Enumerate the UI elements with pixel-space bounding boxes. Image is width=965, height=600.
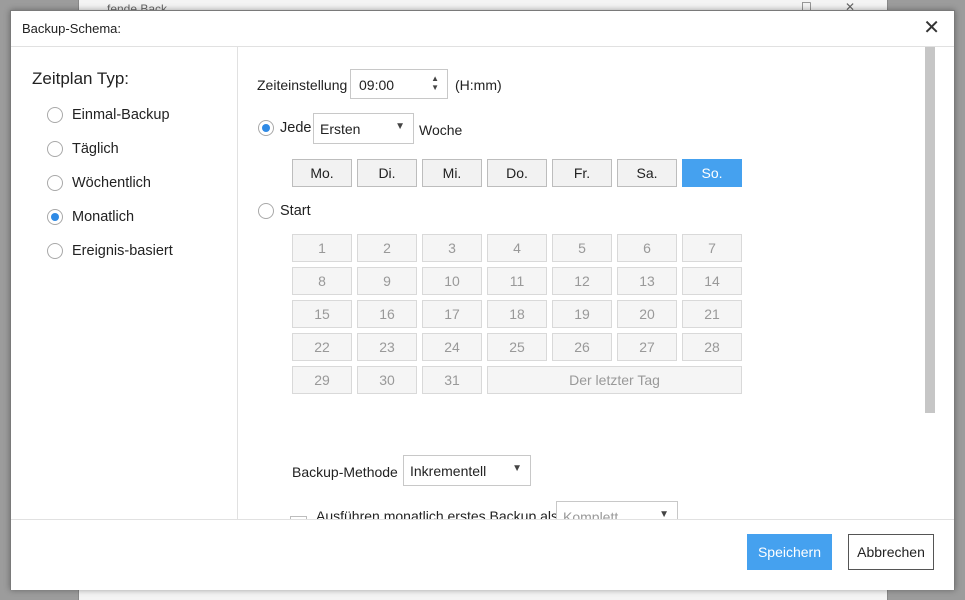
weekday-button-sa[interactable]: Sa. xyxy=(617,159,677,187)
last-day-cell[interactable]: Der letzter Tag xyxy=(487,366,742,394)
schedule-type-pane: Zeitplan Typ: Einmal-Backup Täglich Wöch… xyxy=(11,47,238,519)
day-cell[interactable]: 15 xyxy=(292,300,352,328)
day-cell[interactable]: 17 xyxy=(422,300,482,328)
backup-method-dropdown[interactable]: Inkrementell ▼ xyxy=(403,455,531,486)
day-cell[interactable]: 16 xyxy=(357,300,417,328)
day-cell[interactable]: 14 xyxy=(682,267,742,295)
day-cell[interactable]: 9 xyxy=(357,267,417,295)
scrollbar-thumb[interactable] xyxy=(925,47,935,413)
day-cell[interactable]: 26 xyxy=(552,333,612,361)
schedule-option-once[interactable]: Einmal-Backup xyxy=(47,107,170,123)
schedule-type-heading: Zeitplan Typ: xyxy=(32,69,130,88)
radio-icon[interactable] xyxy=(47,107,63,123)
chevron-down-icon: ▼ xyxy=(659,509,669,519)
day-cell[interactable]: 18 xyxy=(487,300,547,328)
day-cell[interactable]: 31 xyxy=(422,366,482,394)
radio-icon[interactable] xyxy=(47,243,63,259)
radio-icon[interactable] xyxy=(258,203,274,219)
dialog-title: Backup-Schema: xyxy=(22,21,121,36)
schedule-option-daily[interactable]: Täglich xyxy=(47,141,119,157)
close-icon[interactable]: ✕ xyxy=(923,17,940,39)
schedule-option-label: Täglich xyxy=(72,141,119,157)
radio-icon[interactable] xyxy=(47,175,63,191)
week-suffix-label: Woche xyxy=(419,122,463,138)
radio-checked-icon[interactable] xyxy=(47,209,63,225)
schedule-settings-pane: Zeiteinstellung 09:00 ▲ ▼ (H:mm) Jede Ers… xyxy=(238,47,925,519)
radio-icon[interactable] xyxy=(47,141,63,157)
day-cell[interactable]: 20 xyxy=(617,300,677,328)
schedule-option-label: Einmal-Backup xyxy=(72,107,170,123)
schedule-option-weekly[interactable]: Wöchentlich xyxy=(47,175,151,191)
weekday-button-do[interactable]: Do. xyxy=(487,159,547,187)
every-option[interactable]: Jede xyxy=(258,120,311,136)
day-cell[interactable]: 4 xyxy=(487,234,547,262)
day-cell[interactable]: 29 xyxy=(292,366,352,394)
cancel-button[interactable]: Abbrechen xyxy=(848,534,934,570)
schedule-option-monthly[interactable]: Monatlich xyxy=(47,209,134,225)
weekday-button-fr[interactable]: Fr. xyxy=(552,159,612,187)
day-cell[interactable]: 24 xyxy=(422,333,482,361)
weekday-button-mo[interactable]: Mo. xyxy=(292,159,352,187)
schedule-option-event[interactable]: Ereignis-basiert xyxy=(47,243,173,259)
vertical-scrollbar[interactable] xyxy=(925,47,935,519)
every-label: Jede xyxy=(280,120,312,136)
week-ordinal-value: Ersten xyxy=(320,121,361,137)
day-cell[interactable]: 28 xyxy=(682,333,742,361)
day-cell[interactable]: 10 xyxy=(422,267,482,295)
start-label: Start xyxy=(280,203,311,219)
day-cell[interactable]: 27 xyxy=(617,333,677,361)
schedule-option-label: Ereignis-basiert xyxy=(72,243,173,259)
schedule-option-label: Monatlich xyxy=(72,209,135,225)
day-cell[interactable]: 3 xyxy=(422,234,482,262)
schedule-option-label: Wöchentlich xyxy=(72,175,151,191)
day-cell[interactable]: 21 xyxy=(682,300,742,328)
save-button[interactable]: Speichern xyxy=(747,534,832,570)
day-cell[interactable]: 7 xyxy=(682,234,742,262)
day-cell[interactable]: 23 xyxy=(357,333,417,361)
time-setting-label: Zeiteinstellung xyxy=(257,77,348,93)
backup-method-value: Inkrementell xyxy=(410,463,487,479)
week-ordinal-dropdown[interactable]: Ersten ▼ xyxy=(313,113,414,144)
day-cell[interactable]: 2 xyxy=(357,234,417,262)
time-value: 09:00 xyxy=(359,77,395,93)
start-option[interactable]: Start xyxy=(258,203,311,219)
day-cell[interactable]: 1 xyxy=(292,234,352,262)
day-cell[interactable]: 19 xyxy=(552,300,612,328)
dialog-titlebar: Backup-Schema: ✕ xyxy=(11,11,954,47)
backup-method-label: Backup-Methode xyxy=(292,464,398,480)
day-cell[interactable]: 12 xyxy=(552,267,612,295)
day-cell[interactable]: 5 xyxy=(552,234,612,262)
monthly-first-value: Komplett xyxy=(563,509,619,519)
day-cell[interactable]: 25 xyxy=(487,333,547,361)
dialog-footer: Speichern Abbrechen xyxy=(11,519,954,590)
weekday-button-di[interactable]: Di. xyxy=(357,159,417,187)
backup-schedule-dialog: Backup-Schema: ✕ Zeitplan Typ: Einmal-Ba… xyxy=(10,10,955,590)
chevron-down-icon: ▼ xyxy=(512,463,522,474)
radio-checked-icon[interactable] xyxy=(258,120,274,136)
time-spinner[interactable]: 09:00 ▲ ▼ xyxy=(350,69,448,99)
day-cell[interactable]: 6 xyxy=(617,234,677,262)
monthly-first-label: Ausführen monatlich erstes Backup als xyxy=(316,508,559,519)
day-cell[interactable]: 30 xyxy=(357,366,417,394)
day-cell[interactable]: 13 xyxy=(617,267,677,295)
weekday-button-mi[interactable]: Mi. xyxy=(422,159,482,187)
time-format-label: (H:mm) xyxy=(455,77,502,93)
monthly-first-dropdown[interactable]: Komplett ▼ xyxy=(556,501,678,519)
spinner-arrows-icon[interactable]: ▲ ▼ xyxy=(431,74,439,92)
weekday-button-so[interactable]: So. xyxy=(682,159,742,187)
chevron-down-icon: ▼ xyxy=(395,121,405,132)
day-cell[interactable]: 22 xyxy=(292,333,352,361)
day-cell[interactable]: 8 xyxy=(292,267,352,295)
day-cell[interactable]: 11 xyxy=(487,267,547,295)
